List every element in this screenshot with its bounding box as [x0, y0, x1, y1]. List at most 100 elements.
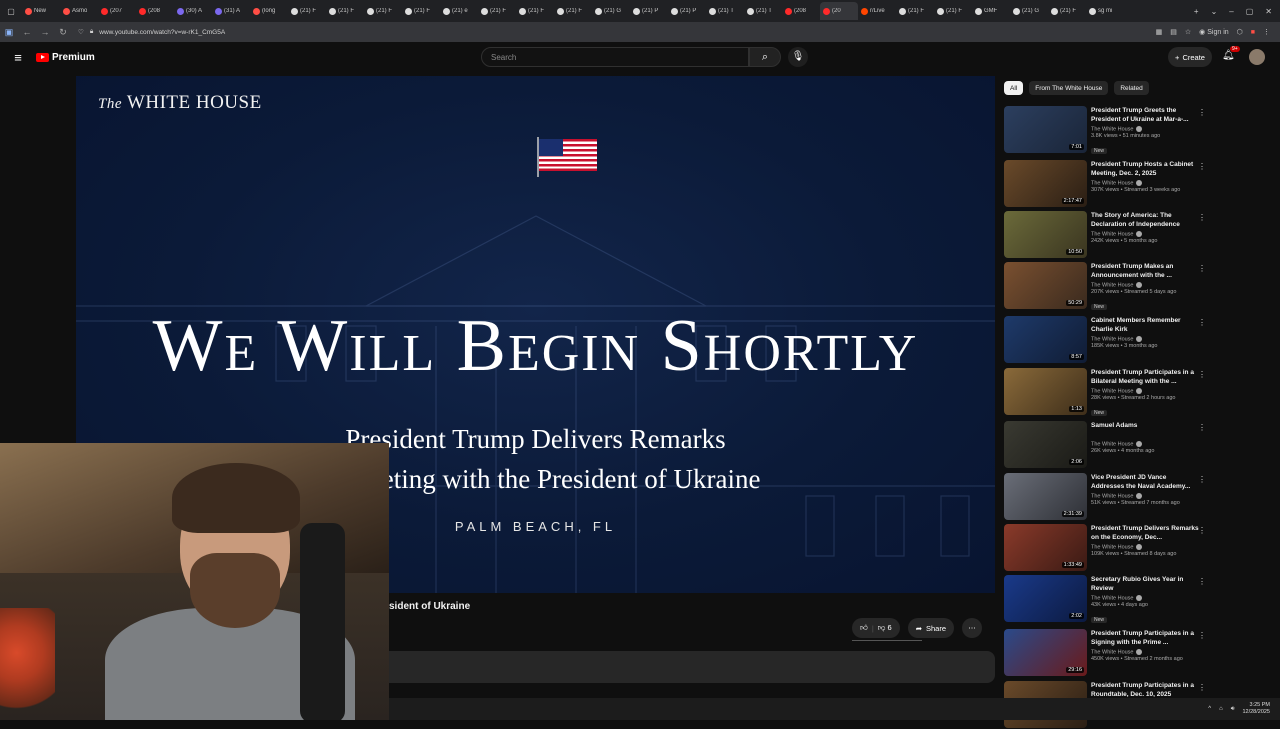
video-thumbnail[interactable]: 8:57	[1004, 316, 1087, 363]
channel-name[interactable]: The White House	[1091, 282, 1199, 288]
video-menu-icon[interactable]: ⋮	[1198, 631, 1206, 640]
browser-tab[interactable]: (21) G	[1010, 2, 1048, 20]
browser-tab[interactable]: New	[22, 2, 60, 20]
video-menu-icon[interactable]: ⋮	[1198, 318, 1206, 327]
browser-tab[interactable]: GMF	[972, 2, 1010, 20]
video-title-link[interactable]: President Trump Makes an Announcement wi…	[1091, 262, 1199, 280]
share-button[interactable]: ➦ Share	[907, 618, 954, 638]
search-input[interactable]: Search	[481, 47, 749, 67]
tray-chevron-icon[interactable]: ^	[1208, 706, 1211, 712]
video-thumbnail[interactable]: 29:16	[1004, 629, 1087, 676]
recommended-video[interactable]: 2:06 Samuel Adams The White House 26K views…	[1004, 421, 1208, 469]
video-title-link[interactable]: President Trump Hosts a Cabinet Meeting,…	[1091, 160, 1199, 178]
browser-tab[interactable]: (31) A	[212, 2, 250, 20]
video-title-link[interactable]: President Trump Delivers Remarks on the …	[1091, 524, 1199, 542]
channel-name[interactable]: The White House	[1091, 126, 1199, 132]
channel-name[interactable]: The White House	[1091, 388, 1199, 394]
video-menu-icon[interactable]: ⋮	[1198, 213, 1206, 222]
recommended-video[interactable]: 1:33:49 President Trump Delivers Remarks …	[1004, 524, 1208, 572]
signin-button[interactable]: ◉ Sign in	[1199, 28, 1228, 36]
network-icon[interactable]: ⌂	[1219, 706, 1223, 712]
url-field[interactable]: ♡ 🔒︎ www.youtube.com/watch?v=w-rK1_CmG5A	[78, 25, 1028, 39]
browser-tab[interactable]: r/Live	[858, 2, 896, 20]
channel-name[interactable]: The White House	[1091, 441, 1199, 447]
browser-menu-icon[interactable]: ⋮	[1263, 28, 1270, 36]
channel-name[interactable]: The White House	[1091, 493, 1199, 499]
browser-tab[interactable]: (21) T	[706, 2, 744, 20]
video-thumbnail[interactable]: 2:06	[1004, 421, 1087, 468]
browser-tab[interactable]: (21) T	[744, 2, 782, 20]
filter-chip[interactable]: Related	[1114, 81, 1149, 95]
extensions-icon[interactable]: ⬡	[1237, 28, 1243, 36]
video-menu-icon[interactable]: ⋮	[1198, 108, 1206, 117]
browser-tab[interactable]: (21) G	[592, 2, 630, 20]
browser-tab[interactable]: (21) F	[1048, 2, 1086, 20]
account-avatar[interactable]	[1249, 49, 1265, 65]
video-thumbnail[interactable]: 2:31:39	[1004, 473, 1087, 520]
maximize-button[interactable]: ▢	[1246, 7, 1254, 16]
create-button[interactable]: + Create	[1168, 47, 1212, 67]
video-menu-icon[interactable]: ⋮	[1198, 475, 1206, 484]
browser-tab[interactable]: (21) F	[478, 2, 516, 20]
browser-tab[interactable]: (208	[782, 2, 820, 20]
video-menu-icon[interactable]: ⋮	[1198, 683, 1206, 692]
more-actions-button[interactable]: ⋯	[962, 618, 982, 638]
new-tab-button[interactable]: +	[1194, 7, 1199, 16]
browser-tab[interactable]: (21) F	[516, 2, 554, 20]
video-thumbnail[interactable]: 2:17:47	[1004, 160, 1087, 207]
sidebar-toggle-icon[interactable]: ▣	[0, 27, 18, 38]
forward-button[interactable]: →	[36, 27, 54, 37]
recommended-video[interactable]: 2:31:39 Vice President JD Vance Addresses…	[1004, 473, 1208, 521]
video-title-link[interactable]: Samuel Adams	[1091, 421, 1199, 439]
browser-tab[interactable]: (20	[820, 2, 858, 20]
channel-name[interactable]: The White House	[1091, 231, 1199, 237]
minimize-button[interactable]: –	[1229, 7, 1233, 16]
recommended-video[interactable]: 50:29 President Trump Makes an Announceme…	[1004, 262, 1208, 311]
video-thumbnail[interactable]: 1:13	[1004, 368, 1087, 415]
reader-icon[interactable]: ▤	[1170, 28, 1177, 36]
extension-icon[interactable]: ▦	[1156, 28, 1163, 36]
video-title-link[interactable]: President Trump Participates in a Signin…	[1091, 629, 1199, 647]
browser-tab[interactable]: (21) F	[934, 2, 972, 20]
browser-tab[interactable]: (21) F	[554, 2, 592, 20]
back-button[interactable]: ←	[18, 27, 36, 37]
channel-name[interactable]: The White House	[1091, 544, 1199, 550]
video-menu-icon[interactable]: ⋮	[1198, 370, 1206, 379]
video-menu-icon[interactable]: ⋮	[1198, 162, 1206, 171]
video-title-link[interactable]: The Story of America: The Declaration of…	[1091, 211, 1199, 229]
description-box[interactable]	[389, 651, 995, 683]
browser-tab[interactable]: (21) F	[288, 2, 326, 20]
browser-tab[interactable]: (21) F	[364, 2, 402, 20]
recommended-video[interactable]: 29:16 President Trump Participates in a S…	[1004, 629, 1208, 677]
recommended-video[interactable]: 2:02 Secretary Rubio Gives Year in Review…	[1004, 575, 1208, 624]
browser-tab[interactable]: (30) A	[174, 2, 212, 20]
recommended-video[interactable]: 10:50 The Story of America: The Declarati…	[1004, 211, 1208, 259]
browser-tab[interactable]: sg mi	[1086, 2, 1124, 20]
browser-tab[interactable]: (21) e	[440, 2, 478, 20]
filter-chip[interactable]: All	[1004, 81, 1024, 95]
browser-tab[interactable]: (21) F	[896, 2, 934, 20]
video-thumbnail[interactable]: 50:29	[1004, 262, 1087, 309]
channel-name[interactable]: The White House	[1091, 180, 1199, 186]
tab-search-icon[interactable]: ⌄	[1211, 7, 1218, 16]
browser-tab[interactable]: (21) P	[630, 2, 668, 20]
video-menu-icon[interactable]: ⋮	[1198, 264, 1206, 273]
browser-tab[interactable]: (21) F	[402, 2, 440, 20]
video-menu-icon[interactable]: ⋮	[1198, 577, 1206, 586]
volume-icon[interactable]: 🔊︎	[1231, 706, 1235, 713]
channel-name[interactable]: The White House	[1091, 595, 1199, 601]
video-menu-icon[interactable]: ⋮	[1198, 423, 1206, 432]
filter-chip[interactable]: From The White House	[1029, 81, 1109, 95]
tab-actions-icon[interactable]: ▢	[0, 0, 22, 22]
recommended-video[interactable]: 2:17:47 President Trump Hosts a Cabinet M…	[1004, 160, 1208, 208]
browser-tab[interactable]: (long	[250, 2, 288, 20]
recommended-video[interactable]: 7:01 President Trump Greets the President…	[1004, 106, 1208, 155]
system-clock[interactable]: 3:25 PM 12/28/2025	[1242, 702, 1270, 716]
voice-search-button[interactable]: 🎙︎	[788, 47, 808, 67]
browser-tab[interactable]: (207	[98, 2, 136, 20]
reload-button[interactable]: ↻	[54, 27, 72, 38]
video-menu-icon[interactable]: ⋮	[1198, 526, 1206, 535]
profile-icon[interactable]: ■	[1251, 29, 1255, 36]
like-button[interactable]: 👍︎	[860, 623, 868, 633]
video-title-link[interactable]: President Trump Greets the President of …	[1091, 106, 1199, 124]
